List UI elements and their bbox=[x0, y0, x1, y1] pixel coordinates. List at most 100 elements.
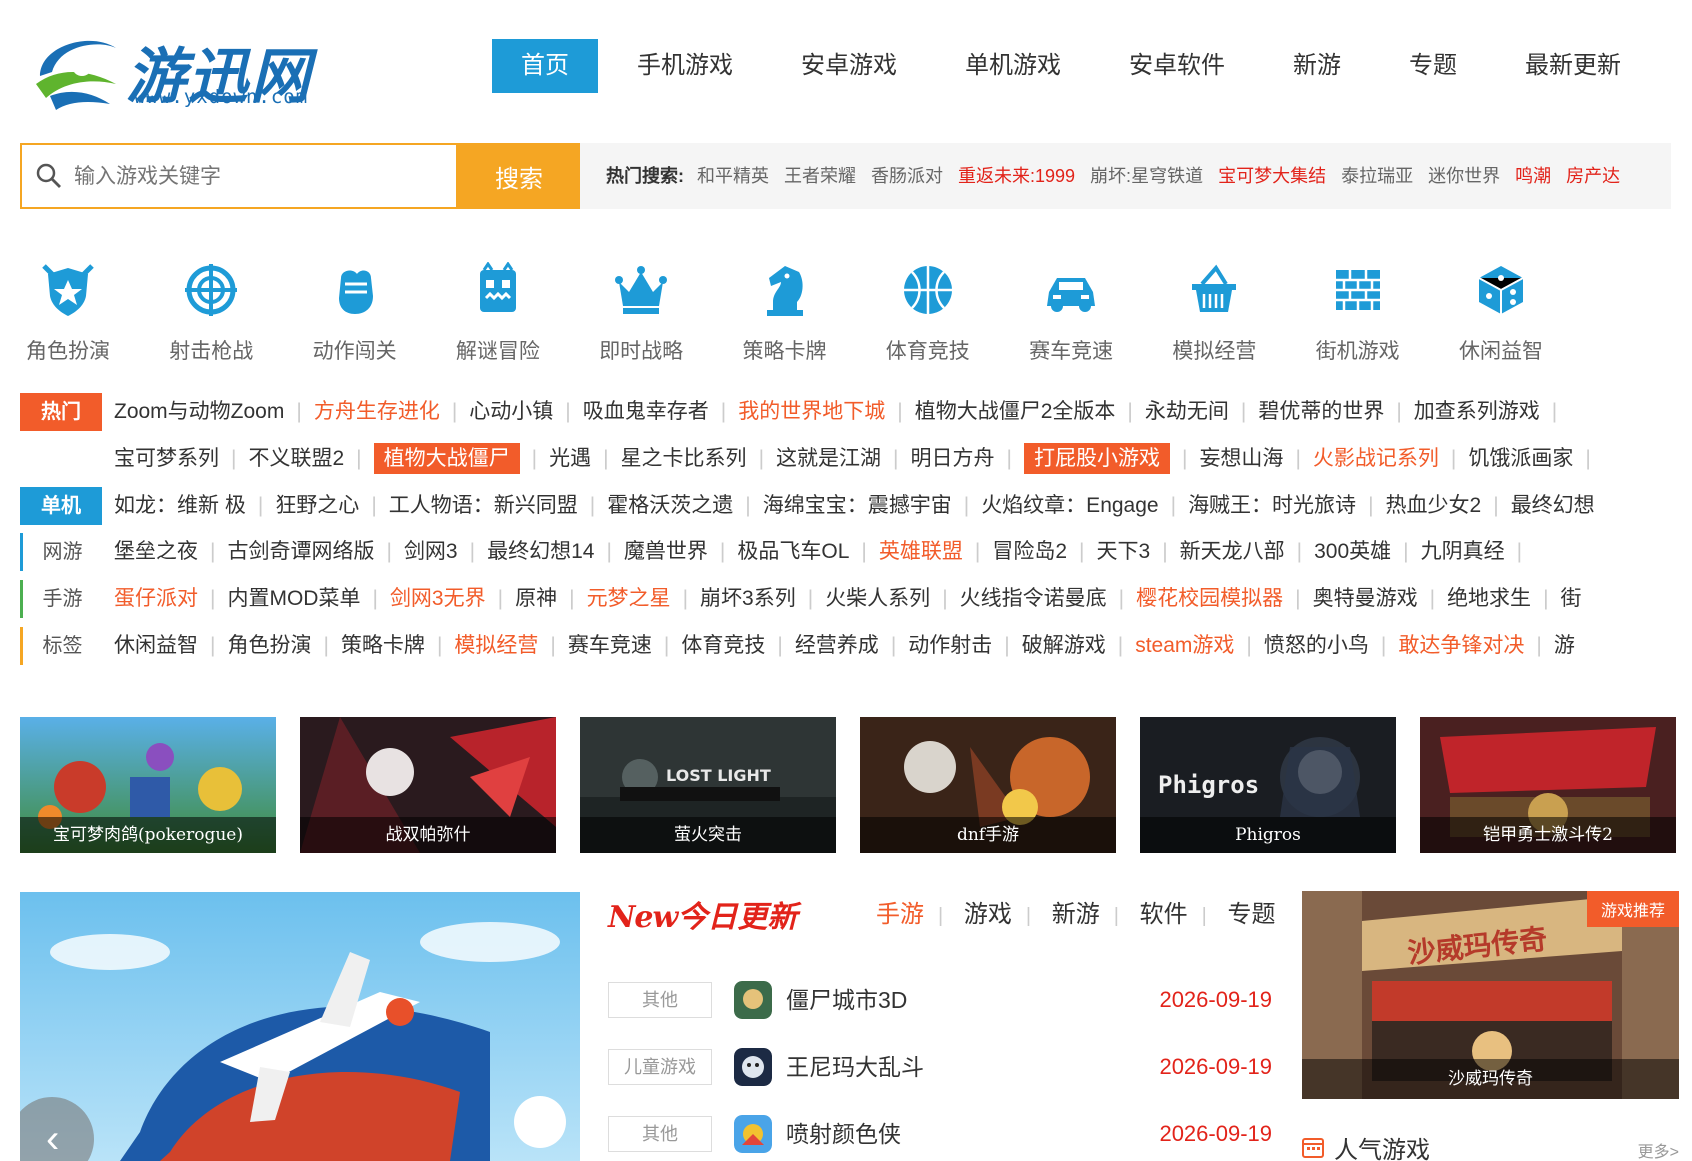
tag-link[interactable]: 火影战记系列 bbox=[1313, 447, 1439, 470]
thumbnail-card[interactable]: Phigros Phigros bbox=[1140, 717, 1396, 853]
tag-link[interactable]: 打屁股小游戏 bbox=[1023, 443, 1170, 474]
tab-software[interactable]: 软件 bbox=[1140, 901, 1188, 928]
hot-search-link[interactable]: 鸣潮 bbox=[1515, 166, 1551, 186]
tag-link[interactable]: 元梦之星 bbox=[587, 587, 671, 610]
tag-link[interactable]: 300英雄 bbox=[1314, 540, 1391, 563]
nav-topics[interactable]: 专题 bbox=[1380, 39, 1486, 93]
tag-link[interactable]: 天下3 bbox=[1097, 540, 1151, 563]
tag-link[interactable]: 经营养成 bbox=[795, 634, 879, 657]
category-item[interactable]: 休闲益智 bbox=[1436, 262, 1566, 365]
tag-link[interactable]: 角色扮演 bbox=[227, 634, 311, 657]
thumbnail-card[interactable]: 铠甲勇士激斗传2 bbox=[1420, 717, 1676, 853]
hot-search-link[interactable]: 重返未来:1999 bbox=[958, 166, 1075, 186]
hot-search-link[interactable]: 王者荣耀 bbox=[784, 166, 856, 186]
tag-link[interactable]: 碧优蒂的世界 bbox=[1258, 400, 1384, 423]
nav-android-games[interactable]: 安卓游戏 bbox=[772, 39, 926, 93]
thumbnail-card[interactable]: dnf手游 bbox=[860, 717, 1116, 853]
tag-link[interactable]: 模拟经营 bbox=[454, 634, 538, 657]
tab-mobile[interactable]: 手游 bbox=[876, 901, 924, 928]
tab-topics[interactable]: 专题 bbox=[1228, 901, 1276, 928]
update-row[interactable]: 其他 僵尸城市3D 2026-09-19 bbox=[608, 980, 1272, 1020]
tag-link[interactable]: 工人物语：新兴同盟 bbox=[389, 494, 578, 517]
category-item[interactable]: 解谜冒险 bbox=[433, 261, 563, 365]
tag-link[interactable]: 破解游戏 bbox=[1022, 634, 1106, 657]
tag-link[interactable]: 崩坏3系列 bbox=[700, 587, 796, 610]
thumbnail-card[interactable]: 宝可梦肉鸽(pokerogue) bbox=[20, 717, 276, 853]
tag-link[interactable]: 动作射击 bbox=[908, 634, 992, 657]
search-input[interactable] bbox=[74, 157, 444, 197]
nav-latest[interactable]: 最新更新 bbox=[1496, 39, 1650, 93]
tag-link[interactable]: 最终幻想14 bbox=[487, 540, 594, 563]
category-item[interactable]: 体育竞技 bbox=[863, 262, 993, 365]
tag-link[interactable]: 狂野之心 bbox=[275, 494, 359, 517]
tag-link[interactable]: 星之卡比系列 bbox=[621, 447, 747, 470]
tag-link[interactable]: 不义联盟2 bbox=[248, 447, 344, 470]
tag-link[interactable]: 内置MOD菜单 bbox=[227, 587, 360, 610]
tag-link[interactable]: 街 bbox=[1561, 587, 1582, 610]
tag-link[interactable]: 海贼王：时光旅诗 bbox=[1188, 494, 1356, 517]
popular-more-link[interactable]: 更多> bbox=[1638, 1138, 1679, 1161]
thumbnail-card[interactable]: LOST LIGHT 萤火突击 bbox=[580, 717, 836, 853]
tag-link[interactable]: 心动小镇 bbox=[469, 400, 553, 423]
hot-search-link[interactable]: 崩坏:星穹铁道 bbox=[1090, 166, 1203, 186]
hot-search-link[interactable]: 房产达 bbox=[1566, 166, 1620, 186]
update-row[interactable]: 其他 喷射颜色侠 2026-09-19 bbox=[608, 1114, 1272, 1154]
hot-search-link[interactable]: 泰拉瑞亚 bbox=[1341, 166, 1413, 186]
update-type[interactable]: 其他 bbox=[608, 982, 712, 1018]
category-item[interactable]: 模拟经营 bbox=[1149, 262, 1279, 365]
tag-link[interactable]: 方舟生存进化 bbox=[314, 400, 440, 423]
update-type[interactable]: 其他 bbox=[608, 1116, 712, 1152]
tag-link[interactable]: 火柴人系列 bbox=[825, 587, 930, 610]
tag-link[interactable]: 热血少女2 bbox=[1386, 494, 1482, 517]
tag-link[interactable]: 奥特曼游戏 bbox=[1313, 587, 1418, 610]
promo-banner[interactable]: ‹ bbox=[20, 892, 580, 1161]
tag-link[interactable]: 明日方舟 bbox=[911, 447, 995, 470]
category-item[interactable]: 动作闯关 bbox=[290, 262, 420, 365]
tag-link[interactable]: steam游戏 bbox=[1135, 634, 1234, 657]
nav-mobile-games[interactable]: 手机游戏 bbox=[608, 39, 762, 93]
update-name[interactable]: 王尼玛大乱斗 bbox=[786, 1047, 924, 1087]
category-item[interactable]: 射击枪战 bbox=[146, 262, 276, 365]
category-item[interactable]: 街机游戏 bbox=[1293, 262, 1423, 365]
site-logo[interactable]: 游迅网 www.yxdown.com bbox=[30, 26, 330, 112]
tag-link[interactable]: 剑网3 bbox=[404, 540, 458, 563]
update-name[interactable]: 僵尸城市3D bbox=[786, 980, 907, 1020]
category-item[interactable]: 策略卡牌 bbox=[720, 262, 850, 365]
tag-link[interactable]: 赛车竞速 bbox=[568, 634, 652, 657]
category-item[interactable]: 角色扮演 bbox=[3, 262, 133, 365]
tag-link[interactable]: 加查系列游戏 bbox=[1414, 400, 1540, 423]
tag-link[interactable]: 古剑奇谭网络版 bbox=[227, 540, 374, 563]
tag-link[interactable]: 樱花校园模拟器 bbox=[1136, 587, 1283, 610]
tag-link[interactable]: 妄想山海 bbox=[1199, 447, 1283, 470]
tag-link[interactable]: 蛋仔派对 bbox=[114, 587, 198, 610]
tag-link[interactable]: 敢达争锋对决 bbox=[1398, 634, 1524, 657]
tag-link[interactable]: 植物大战僵尸2全版本 bbox=[915, 400, 1116, 423]
nav-pc-games[interactable]: 单机游戏 bbox=[936, 39, 1090, 93]
hot-search-link[interactable]: 迷你世界 bbox=[1428, 166, 1500, 186]
search-button[interactable]: 搜索 bbox=[458, 143, 580, 209]
category-item[interactable]: 即时战略 bbox=[576, 262, 706, 365]
tag-link[interactable]: Zoom与动物Zoom bbox=[114, 400, 284, 423]
tag-link[interactable]: 体育竞技 bbox=[681, 634, 765, 657]
thumbnail-card[interactable]: 战双帕弥什 bbox=[300, 717, 556, 853]
update-row[interactable]: 儿童游戏 王尼玛大乱斗 2026-09-19 bbox=[608, 1047, 1272, 1087]
tag-link[interactable]: 原神 bbox=[515, 587, 557, 610]
tag-link[interactable]: 霍格沃茨之遗 bbox=[607, 494, 733, 517]
tag-link[interactable]: 饥饿派画家 bbox=[1468, 447, 1573, 470]
tag-link[interactable]: 休闲益智 bbox=[114, 634, 198, 657]
nav-new-games[interactable]: 新游 bbox=[1264, 39, 1370, 93]
tag-link[interactable]: 冒险岛2 bbox=[992, 540, 1067, 563]
tag-link[interactable]: 光遇 bbox=[549, 447, 591, 470]
tag-link[interactable]: 游 bbox=[1554, 634, 1575, 657]
hot-search-link[interactable]: 和平精英 bbox=[697, 166, 769, 186]
tag-link[interactable]: 堡垒之夜 bbox=[114, 540, 198, 563]
hot-search-link[interactable]: 宝可梦大集结 bbox=[1218, 166, 1326, 186]
tag-link[interactable]: 新天龙八部 bbox=[1180, 540, 1285, 563]
tag-link[interactable]: 植物大战僵尸 bbox=[373, 443, 520, 474]
tag-link[interactable]: 这就是江湖 bbox=[776, 447, 881, 470]
tag-link[interactable]: 如龙：维新 极 bbox=[114, 494, 246, 517]
category-item[interactable]: 赛车竞速 bbox=[1006, 262, 1136, 365]
tag-link[interactable]: 九阴真经 bbox=[1421, 540, 1505, 563]
update-type[interactable]: 儿童游戏 bbox=[608, 1049, 712, 1085]
tag-link[interactable]: 策略卡牌 bbox=[341, 634, 425, 657]
